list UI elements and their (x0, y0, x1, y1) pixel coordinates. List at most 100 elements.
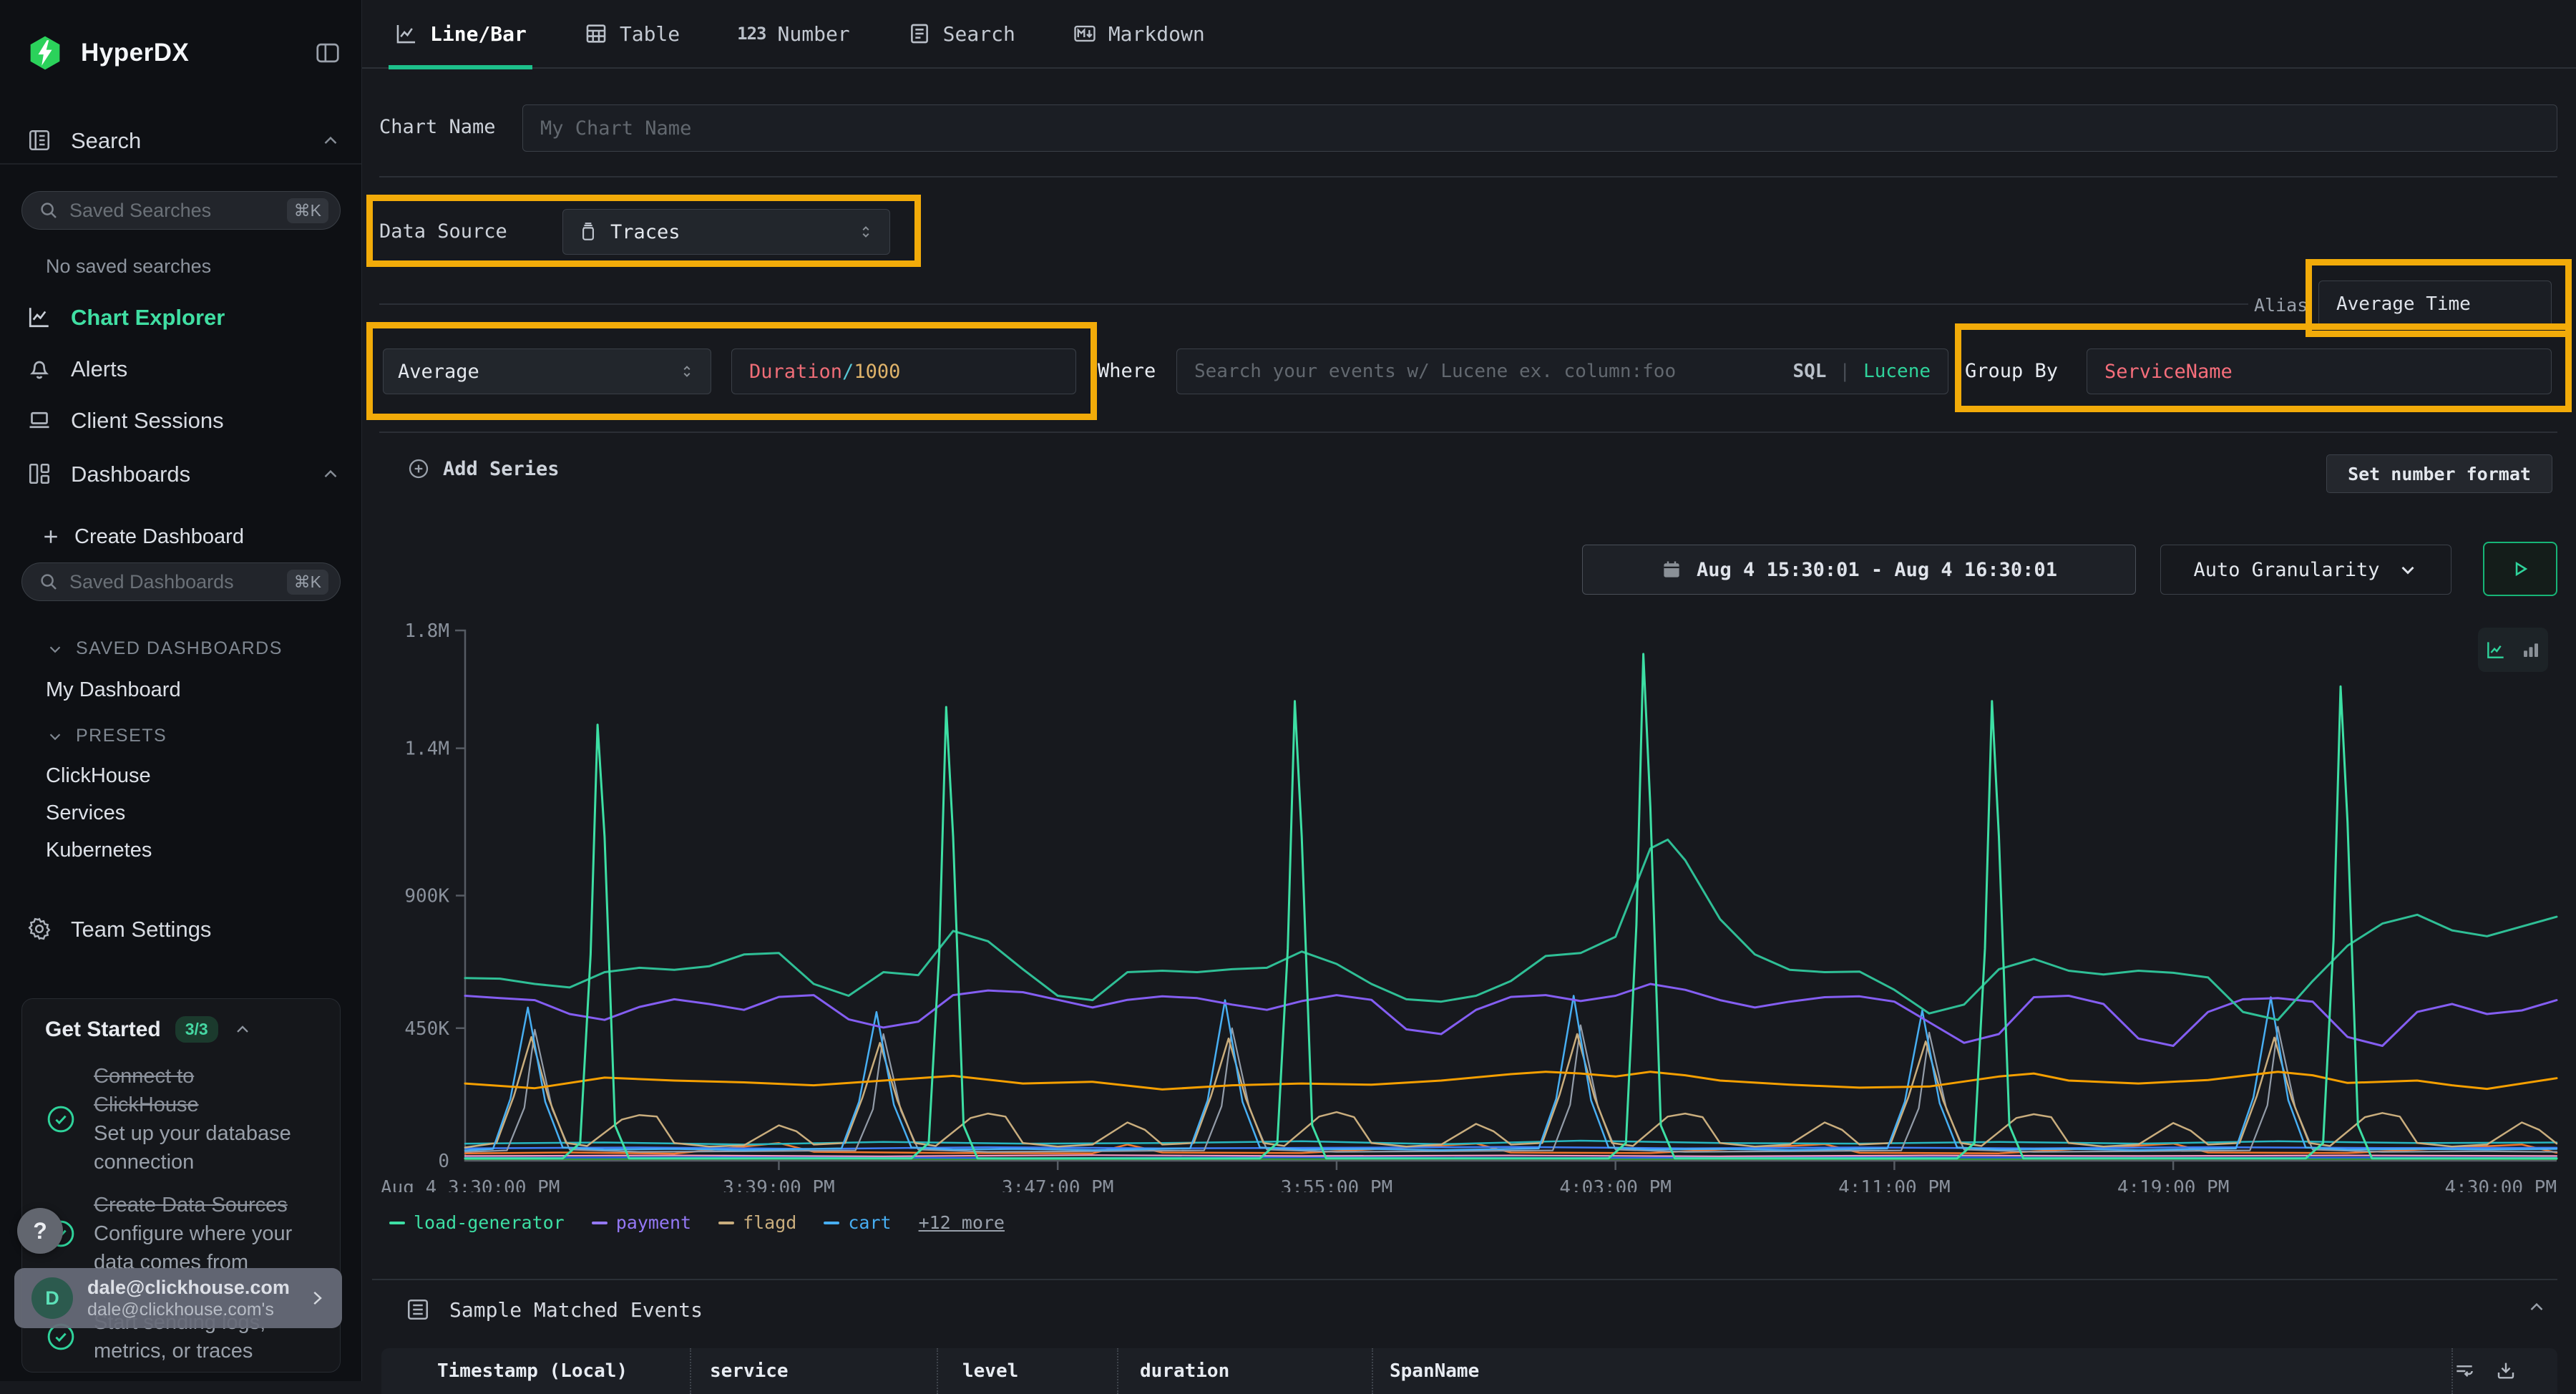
tab-table[interactable]: Table (584, 0, 680, 67)
svg-text:0: 0 (438, 1151, 449, 1172)
legend-more-link[interactable]: +12 more (919, 1212, 1005, 1233)
sidebar-collapse-icon[interactable] (314, 39, 341, 67)
svg-text:4:30:00 PM: 4:30:00 PM (2444, 1177, 2557, 1192)
svg-text:900K: 900K (404, 886, 449, 907)
line-chart-icon (394, 21, 419, 46)
group-title: PRESETS (76, 726, 167, 746)
help-button[interactable]: ? (17, 1208, 63, 1254)
chevron-down-icon (46, 727, 64, 746)
dashboards-icon (26, 461, 54, 488)
legend-item-flagd[interactable]: flagd (718, 1212, 796, 1233)
group-presets[interactable]: PRESETS (46, 726, 167, 746)
sidebar-item-label: Client Sessions (71, 408, 224, 434)
lucene-mode-toggle[interactable]: Lucene (1863, 361, 1931, 382)
legend-swatch (824, 1222, 839, 1224)
sidebar-section-dashboards[interactable]: Dashboards (26, 459, 341, 490)
column-header-service[interactable]: service (690, 1348, 937, 1394)
sidebar-item-services[interactable]: Services (46, 801, 125, 825)
set-number-format-button[interactable]: Set number format (2326, 454, 2552, 493)
tab-label: Number (778, 22, 850, 46)
chevron-up-icon[interactable] (320, 464, 341, 485)
data-source-select[interactable]: Traces (562, 209, 890, 255)
shortcut-badge: ⌘K (287, 570, 328, 595)
gear-icon (26, 916, 54, 943)
group-by-label: Group By (1965, 360, 2058, 382)
list-icon (405, 1297, 431, 1322)
tab-number[interactable]: 123 Number (737, 0, 850, 67)
lang-divider: | (1839, 361, 1850, 382)
divider (372, 1279, 2557, 1280)
chevron-up-icon[interactable] (233, 1020, 253, 1040)
date-range-value: Aug 4 15:30:01 - Aug 4 16:30:01 (1697, 559, 2057, 581)
column-header-spanname[interactable]: SpanName (1372, 1348, 2451, 1394)
tab-label: Markdown (1108, 22, 1205, 46)
chevron-up-icon[interactable] (320, 130, 341, 152)
get-started-title: Get Started (45, 1018, 161, 1042)
tab-label: Search (943, 22, 1015, 46)
column-header-timestamp[interactable]: Timestamp (Local) (381, 1348, 690, 1394)
wrap-lines-icon[interactable] (2453, 1360, 2476, 1383)
sql-mode-toggle[interactable]: SQL (1792, 361, 1826, 382)
svg-text:4:03:00 PM: 4:03:00 PM (1559, 1177, 1672, 1192)
saved-dashboards-input[interactable]: Saved Dashboards ⌘K (21, 562, 341, 601)
events-table-header: Timestamp (Local) service level duration… (381, 1348, 2557, 1394)
expression-input[interactable]: Duration/1000 (731, 348, 1076, 394)
group-saved-dashboards[interactable]: SAVED DASHBOARDS (46, 638, 283, 659)
run-query-button[interactable] (2483, 542, 2557, 596)
column-header-level[interactable]: level (937, 1348, 1117, 1394)
add-series-button[interactable]: Add Series (407, 457, 560, 480)
collapse-section-icon[interactable] (2526, 1297, 2547, 1318)
get-started-item-datasources[interactable]: Create Data Sources Configure where your… (45, 1191, 326, 1277)
chart-type-tabbar: Line/Bar Table 123 Number Search Markdow… (362, 0, 2576, 69)
data-source-value: Traces (610, 221, 680, 243)
user-menu[interactable]: D dale@clickhouse.com dale@clickhouse.co… (14, 1268, 342, 1328)
tab-search[interactable]: Search (907, 0, 1015, 67)
create-dashboard-label: Create Dashboard (74, 525, 244, 549)
download-icon[interactable] (2494, 1360, 2517, 1383)
table-icon (584, 21, 608, 46)
sidebar-item-chart-explorer[interactable]: Chart Explorer (26, 302, 341, 333)
where-input[interactable] (1194, 361, 1780, 382)
group-title: SAVED DASHBOARDS (76, 638, 283, 659)
user-org: dale@clickhouse.com's (87, 1299, 292, 1320)
search-section-icon (26, 127, 54, 155)
sidebar-divider (0, 163, 361, 165)
alias-input[interactable] (2336, 293, 2534, 315)
play-icon (2508, 557, 2532, 581)
chevron-down-icon (46, 640, 64, 658)
legend-item-payment[interactable]: payment (592, 1212, 691, 1233)
sidebar-item-kubernetes[interactable]: Kubernetes (46, 839, 152, 862)
bell-icon (26, 356, 54, 383)
tab-label: Table (620, 22, 680, 46)
sidebar-item-my-dashboard[interactable]: My Dashboard (46, 678, 181, 702)
group-by-input[interactable] (2104, 361, 2534, 383)
sidebar-item-clickhouse[interactable]: ClickHouse (46, 764, 151, 788)
search-section-label: Search (71, 128, 141, 154)
column-header-duration[interactable]: duration (1117, 1348, 1372, 1394)
legend-label: load-generator (414, 1212, 565, 1233)
saved-searches-input[interactable]: Saved Searches ⌘K (21, 191, 341, 230)
legend-item-cart[interactable]: cart (824, 1212, 891, 1233)
chart-name-input[interactable] (540, 117, 2540, 140)
item-title: Connect to (94, 1062, 316, 1091)
granularity-value: Auto Granularity (2193, 559, 2379, 581)
tab-line-bar[interactable]: Line/Bar (394, 0, 527, 67)
svg-text:4:19:00 PM: 4:19:00 PM (2117, 1177, 2230, 1192)
sidebar-section-search[interactable]: Search (26, 125, 341, 157)
date-range-picker[interactable]: Aug 4 15:30:01 - Aug 4 16:30:01 (1582, 545, 2136, 595)
legend-item-load-generator[interactable]: load-generator (389, 1212, 565, 1233)
timeseries-chart[interactable]: 0450K900K1.4M1.8MAug 4 3:30:00 PM3:39:00… (372, 613, 2562, 1192)
legend-label: cart (848, 1212, 891, 1233)
aggregation-select[interactable]: Average (383, 348, 711, 394)
get-started-item-connect[interactable]: Connect to ClickHouse Set up your databa… (45, 1062, 326, 1176)
sample-events-header[interactable]: Sample Matched Events (405, 1294, 703, 1325)
plus-icon (40, 526, 62, 547)
create-dashboard-button[interactable]: Create Dashboard (40, 521, 341, 552)
item-desc: connection (94, 1148, 316, 1176)
sidebar-item-alerts[interactable]: Alerts (26, 354, 341, 385)
svg-text:3:47:00 PM: 3:47:00 PM (1002, 1177, 1114, 1192)
sidebar-item-client-sessions[interactable]: Client Sessions (26, 405, 341, 437)
sidebar-item-team-settings[interactable]: Team Settings (26, 914, 341, 945)
tab-markdown[interactable]: Markdown (1073, 0, 1205, 67)
granularity-select[interactable]: Auto Granularity (2160, 545, 2451, 595)
